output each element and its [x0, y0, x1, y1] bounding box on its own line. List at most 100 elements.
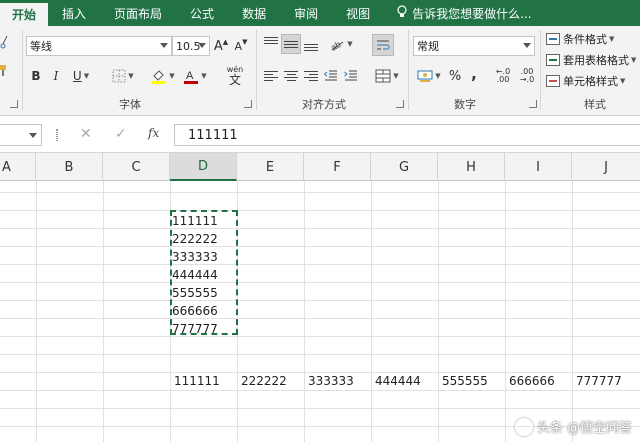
orientation-button[interactable]: ab ▼ [326, 34, 356, 54]
row-gridline [0, 390, 640, 391]
middle-align-button[interactable] [281, 34, 301, 54]
align-right-button[interactable] [302, 66, 320, 86]
cell-d-value[interactable]: 222222 [170, 230, 218, 248]
cell-grid[interactable] [0, 181, 640, 442]
tab-view[interactable]: 视图 [332, 0, 384, 26]
cell-row-value[interactable]: 111111 [172, 372, 220, 390]
font-size-combo[interactable]: 10.5 [172, 36, 210, 56]
column-header-j[interactable]: J [572, 153, 640, 181]
underline-icon: U [72, 69, 82, 83]
tab-data[interactable]: 数据 [228, 0, 280, 26]
column-header-a[interactable]: A [0, 153, 36, 181]
font-launcher-icon[interactable] [244, 100, 252, 108]
column-header-d[interactable]: D [170, 153, 237, 181]
middle-align-icon [284, 40, 298, 48]
column-header-e[interactable]: E [237, 153, 304, 181]
shrink-font-icon: A [234, 39, 243, 53]
group-separator [408, 30, 409, 110]
cell-d-value[interactable]: 444444 [170, 266, 218, 284]
column-header-b[interactable]: B [36, 153, 103, 181]
column-gridline [505, 181, 506, 442]
column-header-g[interactable]: G [371, 153, 438, 181]
font-color-button[interactable]: A ▼ [180, 66, 210, 86]
align-center-button[interactable] [282, 66, 300, 86]
phonetic-guide-button[interactable]: wén 文 [220, 64, 250, 88]
bold-button[interactable]: B [28, 66, 44, 86]
row-gridline [0, 318, 640, 319]
currency-icon [417, 70, 433, 82]
cell-d-value[interactable]: 333333 [170, 248, 218, 266]
row-gridline [0, 408, 640, 409]
format-painter-icon[interactable] [0, 60, 8, 80]
clipboard-cut-icon[interactable] [0, 32, 8, 52]
column-header-h[interactable]: H [438, 153, 505, 181]
insert-function-icon[interactable]: fx [148, 126, 159, 140]
font-name-combo[interactable]: 等线 [26, 36, 172, 56]
shrink-font-button[interactable]: A ▼ [233, 36, 249, 56]
conditional-formatting-button[interactable]: 条件格式 ▼ [546, 29, 614, 49]
cell-row-value[interactable]: 444444 [373, 372, 421, 390]
group-separator [22, 30, 23, 110]
cell-row-value[interactable]: 333333 [306, 372, 354, 390]
top-align-button[interactable] [262, 34, 280, 54]
wrap-text-button[interactable] [372, 34, 394, 56]
formula-input[interactable]: 111111 [174, 124, 640, 146]
increase-decimal-button[interactable]: ←.0 .00 [492, 66, 514, 86]
cell-d-value[interactable]: 666666 [170, 302, 218, 320]
number-launcher-icon[interactable] [529, 100, 537, 108]
alignment-launcher-icon[interactable] [396, 100, 404, 108]
format-as-table-button[interactable]: 套用表格格式 ▼ [546, 50, 636, 70]
percent-style-button[interactable]: % [446, 66, 464, 86]
borders-button[interactable]: ▼ [108, 66, 138, 86]
grow-font-button[interactable]: A ▲ [213, 36, 229, 56]
decrease-indent-button[interactable] [322, 66, 340, 86]
chevron-down-icon [198, 43, 206, 48]
decrease-decimal-button[interactable]: .00 →.0 [516, 66, 538, 86]
enter-check-icon[interactable]: ✓ [115, 126, 127, 142]
cell-row-value[interactable]: 777777 [574, 372, 622, 390]
column-header-f[interactable]: F [304, 153, 371, 181]
column-header-c[interactable]: C [103, 153, 170, 181]
bottom-align-button[interactable] [302, 34, 320, 54]
number-format-combo[interactable]: 常规 [413, 36, 535, 56]
tab-insert[interactable]: 插入 [48, 0, 100, 26]
align-left-button[interactable] [262, 66, 280, 86]
cell-row-value[interactable]: 666666 [507, 372, 555, 390]
text-orientation-icon: ab [329, 39, 344, 51]
cell-row-value[interactable]: 555555 [440, 372, 488, 390]
row-gridline [0, 246, 640, 247]
font-group-label: 字体 [119, 98, 141, 111]
accounting-format-button[interactable]: ▼ [414, 66, 444, 86]
font-name-value: 等线 [30, 40, 52, 53]
svg-text:A: A [186, 70, 194, 82]
formula-bar-splitter[interactable] [56, 129, 58, 141]
clipboard-launcher-icon[interactable] [10, 100, 18, 108]
cell-d-value[interactable]: 111111 [170, 212, 218, 230]
comma-style-button[interactable]: , [466, 64, 482, 84]
tab-formulas[interactable]: 公式 [176, 0, 228, 26]
align-right-icon [304, 71, 318, 81]
tell-me-text: 告诉我您想要做什么... [412, 6, 532, 21]
cell-d-value[interactable]: 555555 [170, 284, 218, 302]
column-header-i[interactable]: I [505, 153, 572, 181]
align-left-icon [264, 71, 278, 81]
cell-styles-icon [546, 75, 560, 87]
name-box[interactable] [0, 124, 42, 146]
fill-color-button[interactable]: ▼ [148, 66, 178, 86]
cell-d-value[interactable]: 777777 [170, 320, 218, 338]
group-separator [256, 30, 257, 110]
underline-button[interactable]: U ▼ [66, 66, 96, 86]
watermark-logo-icon [514, 417, 533, 436]
tab-review[interactable]: 审阅 [280, 0, 332, 26]
cell-row-value[interactable]: 222222 [239, 372, 287, 390]
increase-indent-button[interactable] [342, 66, 360, 86]
tab-home[interactable]: 开始 [0, 3, 49, 26]
conditional-formatting-label: 条件格式 [563, 33, 607, 46]
merge-center-button[interactable]: ▼ [372, 66, 402, 86]
tab-page-layout[interactable]: 页面布局 [100, 0, 176, 26]
cancel-icon[interactable]: ✕ [80, 126, 92, 142]
tell-me-box[interactable]: 告诉我您想要做什么... [384, 0, 532, 26]
number-format-value: 常规 [417, 40, 439, 53]
italic-button[interactable]: I [48, 66, 64, 86]
cell-styles-button[interactable]: 单元格样式 ▼ [546, 71, 625, 91]
